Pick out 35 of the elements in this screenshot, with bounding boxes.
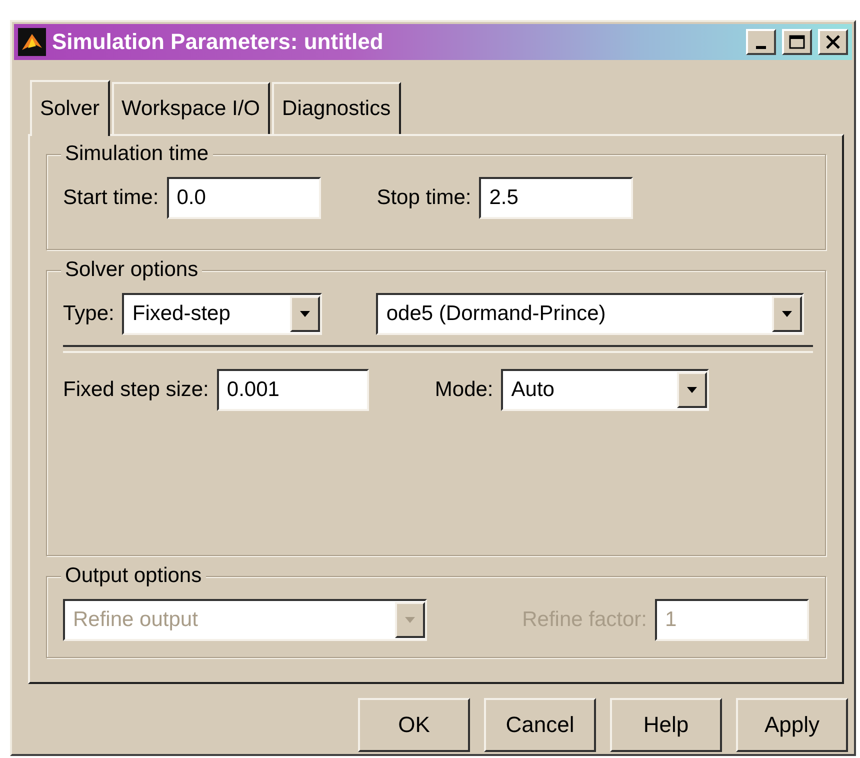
field-label: Type: (63, 302, 114, 326)
dialog-button[interactable]: OK (358, 698, 470, 752)
down-arrow-icon (405, 617, 415, 623)
dropdown[interactable]: Fixed-step (122, 293, 322, 335)
close-icon (826, 35, 840, 49)
maximize-icon (789, 35, 805, 49)
field-label: Mode: (434, 378, 494, 402)
field-label: Stop time: (376, 186, 472, 210)
field-label: Fixed step size: (63, 378, 209, 402)
field-label: Start time: (63, 186, 159, 210)
dropdown-button[interactable] (290, 296, 320, 332)
dropdown[interactable]: ode5 (Dormand-Prince) (376, 293, 804, 335)
dropdown-button[interactable] (677, 372, 708, 408)
dropdown-button[interactable] (772, 296, 802, 332)
down-arrow-icon (300, 311, 310, 317)
app-logo-icon (18, 28, 46, 56)
close-button[interactable] (818, 29, 848, 55)
group-title: Output options (61, 564, 206, 588)
input-field[interactable]: 0.001 (216, 369, 369, 411)
down-arrow-icon (687, 387, 698, 393)
dialog-button[interactable]: Help (610, 698, 722, 752)
input-field[interactable]: 0.0 (166, 177, 321, 219)
minimize-icon (756, 46, 766, 48)
tab[interactable]: Workspace I/O (112, 82, 270, 134)
dialog-button[interactable]: Cancel (484, 698, 596, 752)
down-arrow-icon (782, 311, 792, 317)
maximize-button[interactable] (782, 29, 812, 55)
window-title: Simulation Parameters: untitled (52, 29, 384, 55)
input-field[interactable]: 2.5 (479, 177, 634, 219)
group-title: Solver options (61, 258, 202, 282)
dialog-button[interactable]: Apply (736, 698, 848, 752)
minimize-button[interactable] (746, 29, 776, 55)
dropdown[interactable]: Auto (501, 369, 710, 411)
tab[interactable]: Diagnostics (272, 82, 401, 134)
tab[interactable]: Solver (30, 80, 110, 136)
